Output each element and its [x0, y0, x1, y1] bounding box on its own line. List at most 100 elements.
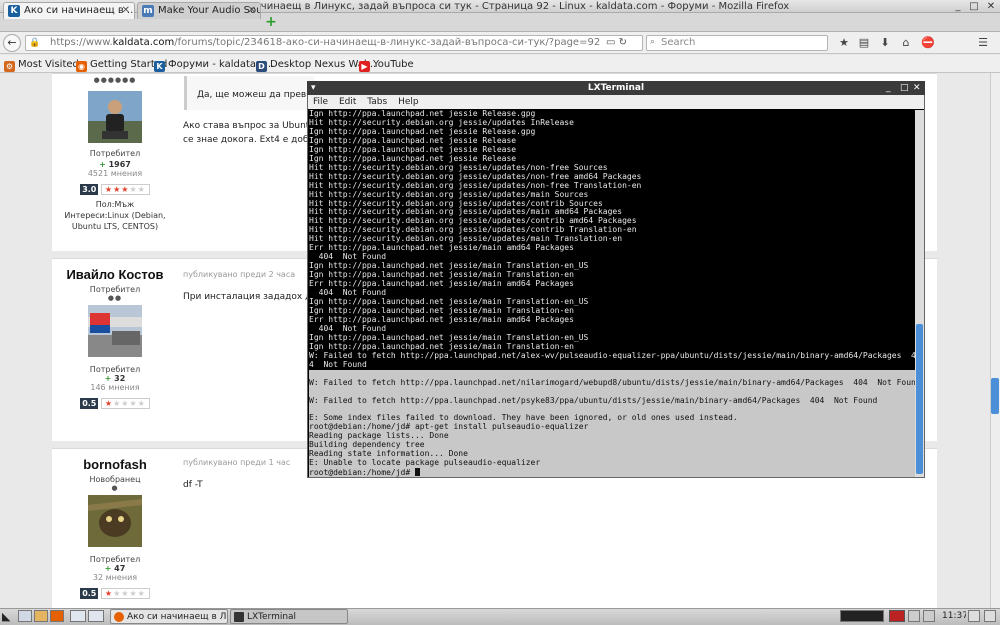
reload-icon[interactable]: ▭ ↻ — [606, 37, 627, 48]
site-icon: m — [142, 5, 154, 17]
kaldata-icon: K — [8, 5, 20, 17]
show-desktop-icon[interactable] — [18, 610, 32, 622]
cpu-monitor-icon — [840, 610, 884, 622]
close-window-button[interactable]: ✕ — [985, 0, 997, 13]
avatar[interactable] — [88, 495, 142, 547]
bookmark-star-icon[interactable]: ★ — [836, 35, 852, 51]
reading-list-icon[interactable]: ▤ — [856, 35, 872, 51]
user-rating: 0.5 ★★★★★ — [52, 588, 178, 599]
terminal-scrollbar-thumb[interactable] — [916, 324, 923, 474]
terminal-minimize-button[interactable]: _ — [886, 81, 891, 95]
user-gender: Пол:Мъж — [95, 200, 135, 209]
post-author: Ивайло Костов Потребител ●● Потребител +… — [52, 267, 178, 409]
terminal-prompt-line[interactable]: root@debian:/home/jd# — [309, 468, 915, 477]
adblock-icon[interactable]: ⛔ — [920, 35, 936, 51]
file-manager-icon[interactable] — [34, 610, 48, 622]
volume-icon[interactable] — [923, 610, 935, 622]
author-name[interactable]: Ивайло Костов — [52, 267, 178, 282]
back-button[interactable]: ← — [3, 34, 21, 52]
rating-stars: ★★★★★ — [100, 184, 150, 195]
tab-label: Make Your Audio Sou... — [158, 5, 261, 16]
reputation: + 47 — [104, 564, 126, 573]
firefox-launcher-icon[interactable] — [50, 610, 64, 622]
rating-stars: ★★★★★ — [100, 398, 150, 409]
post-count: 146 мнения — [90, 383, 140, 392]
new-tab-button[interactable]: + — [264, 15, 278, 30]
terminal-titlebar: ▾ LXTerminal _ □ ✕ — [307, 81, 925, 95]
avatar[interactable] — [88, 305, 142, 357]
bookmark-most-visited[interactable]: ⚙Most Visited▾ — [4, 59, 84, 72]
reputation-plus-icon: + — [104, 374, 112, 383]
terminal-menubar: File Edit Tabs Help — [308, 95, 924, 109]
user-interests: Интереси:Linux (Debian, — [64, 211, 166, 220]
menu-file[interactable]: File — [313, 97, 328, 107]
clock[interactable]: 11:37 — [942, 609, 966, 624]
user-interests-cont: Ubuntu LTS, CENTOS) — [71, 222, 159, 231]
youtube-icon: ▶ — [359, 61, 370, 72]
taskbar-lxterminal[interactable]: LXTerminal — [230, 609, 348, 624]
menu-help[interactable]: Help — [398, 97, 419, 107]
taskbar-firefox[interactable]: Ако си начинаещ в Линк... — [110, 609, 228, 624]
close-tab-icon[interactable]: ✕ — [248, 3, 256, 19]
post-count: 32 мнения — [92, 573, 138, 582]
bookmark-youtube[interactable]: ▶ YouTube — [359, 59, 414, 72]
user-role: Новобранец — [89, 475, 141, 484]
url-path: /forums/topic/234618-ако-си-начинаещ-в-л… — [174, 37, 601, 48]
page-scrollbar[interactable] — [990, 73, 1000, 608]
post-timestamp: публикувано преди 2 часа — [183, 270, 296, 279]
tab-label: Ако си начинаещ в ... — [24, 5, 135, 16]
tab-kaldata[interactable]: K Ако си начинаещ в ... ✕ — [3, 2, 135, 19]
user-rating: 0.5 ★★★★★ — [52, 398, 178, 409]
menu-icon[interactable]: ☰ — [975, 35, 991, 51]
power-icon[interactable] — [968, 610, 980, 622]
desktop-2-icon[interactable] — [88, 610, 104, 622]
terminal-maximize-button[interactable]: □ — [900, 81, 909, 95]
close-tab-icon[interactable]: ✕ — [122, 3, 130, 19]
post-count: 4521 мнения — [87, 169, 143, 178]
start-menu-icon[interactable]: ◣ — [2, 609, 16, 624]
window-title: Ако си начинаещ в Линукс, задай въпроса … — [210, 1, 790, 12]
terminal-cursor — [414, 468, 420, 477]
reputation: + 32 — [104, 374, 126, 383]
download-icon[interactable]: ⬇ — [877, 35, 893, 51]
terminal-close-button[interactable]: ✕ — [913, 81, 921, 95]
reputation: + 1967 — [99, 160, 131, 169]
minimize-button[interactable]: _ — [952, 0, 964, 13]
avatar[interactable] — [88, 91, 142, 143]
url-prefix: https://www. — [50, 37, 113, 48]
search-icon: ⌕ — [650, 37, 656, 47]
menu-edit[interactable]: Edit — [339, 97, 356, 107]
terminal-output[interactable]: Ign http://ppa.launchpad.net jessie Rele… — [309, 110, 915, 477]
firefox-icon: ◉ — [76, 61, 87, 72]
author-name[interactable]: bornofash — [52, 457, 178, 472]
firefox-icon — [114, 612, 124, 622]
terminal-lines: Ign http://ppa.launchpad.net jessie Rele… — [309, 110, 915, 369]
home-icon[interactable]: ⌂ — [898, 35, 914, 51]
network-icon[interactable] — [908, 610, 920, 622]
url-bar[interactable]: https://www.kaldata.com/forums/topic/234… — [25, 35, 643, 51]
search-input[interactable]: Search — [646, 35, 828, 51]
us-flag-icon[interactable] — [889, 610, 905, 622]
url-host: kaldata.com — [112, 37, 175, 48]
rank-dots: ● — [111, 484, 119, 492]
kaldata-icon: K — [154, 61, 165, 72]
maximize-button[interactable]: □ — [968, 0, 980, 13]
terminal-title: LXTerminal — [587, 83, 645, 93]
reputation-plus-icon: + — [99, 160, 106, 169]
lock-icon[interactable]: 🔒 — [29, 38, 40, 48]
reputation-plus-icon: + — [104, 564, 112, 573]
terminal-menu-icon[interactable]: ▾ — [311, 81, 316, 95]
logout-icon[interactable] — [984, 610, 996, 622]
rank-dots: ●● — [107, 294, 123, 302]
rank-dots: ●●●●●● — [93, 76, 137, 84]
desktop-1-icon[interactable] — [70, 610, 86, 622]
menu-tabs[interactable]: Tabs — [367, 97, 387, 107]
user-role: Потребител — [89, 365, 141, 374]
user-role: Потребител — [89, 285, 141, 294]
post-body: df -T — [183, 480, 203, 490]
terminal-prompt: root@debian:/home/jd# — [309, 468, 415, 477]
quote-block: Да, ще можеш да превключв — [184, 76, 314, 110]
tab-audio[interactable]: m Make Your Audio Sou... ✕ — [137, 2, 261, 19]
desktop-nexus-icon: D — [256, 61, 267, 72]
page-scrollbar-thumb[interactable] — [991, 378, 999, 414]
